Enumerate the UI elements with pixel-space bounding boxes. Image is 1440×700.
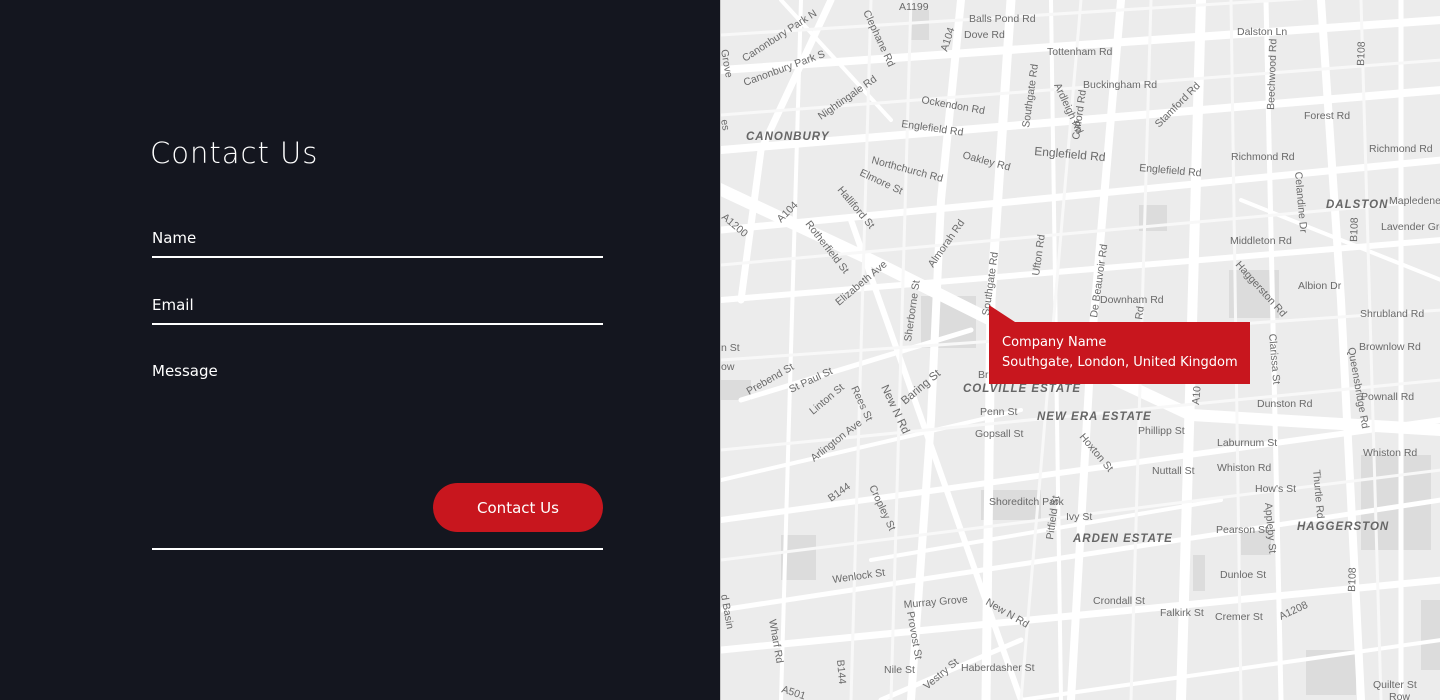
map-area-label: COLVILLE ESTATE <box>963 383 1081 395</box>
map-label: Downham Rd <box>1100 294 1164 306</box>
map-label: A10 <box>1190 385 1204 405</box>
marker-address: Southgate, London, United Kingdom <box>1002 355 1238 370</box>
map-label: Murray Grove <box>903 593 968 611</box>
map-label: Pownall Rd <box>1361 391 1414 403</box>
map-label: Row <box>1389 691 1410 700</box>
map-label: Falkirk St <box>1160 607 1204 619</box>
map-label: Richmond Rd <box>1369 143 1433 155</box>
map-label: Nile St <box>884 664 915 676</box>
map-label: Cremer St <box>1215 611 1263 623</box>
map-label: Rd <box>1133 305 1147 320</box>
page-title: Contact Us <box>150 136 319 170</box>
map-label: Buckingham Rd <box>1083 79 1157 91</box>
map-label: How's St <box>1255 483 1296 495</box>
map-label: Penn St <box>980 406 1017 418</box>
map-label: n St <box>721 342 740 354</box>
map-area-label: ARDEN ESTATE <box>1072 533 1173 545</box>
map-label: Laburnum St <box>1217 437 1277 449</box>
map-label: Albion Dr <box>1298 280 1342 292</box>
map-label: Brownlow Rd <box>1359 341 1421 353</box>
map-label: Halliford St <box>835 184 877 231</box>
map-label: ow <box>721 361 735 373</box>
map-label: Balls Pond Rd <box>969 13 1036 25</box>
map-label: Middleton Rd <box>1230 235 1292 247</box>
map-label: Celandine Dr <box>1292 171 1309 234</box>
map-label: Forest Rd <box>1304 110 1350 122</box>
map-label: B108 <box>1348 217 1361 242</box>
map-label: B108 <box>1355 41 1368 66</box>
map-label: Sherborne St <box>902 279 923 342</box>
map-label: Ivy St <box>1066 511 1092 523</box>
map-label: Haberdasher St <box>961 662 1035 674</box>
map-label: Grove <box>721 48 735 78</box>
map-area-label: CANONBURY <box>746 131 830 143</box>
map-label: Rees St <box>848 384 875 423</box>
contact-panel: Contact Us Contact Us <box>0 0 720 700</box>
map-label: Nuttall St <box>1152 465 1195 477</box>
map-label: Southgate Rd <box>1020 63 1041 128</box>
map-label: Mapledene <box>1389 195 1440 207</box>
map-label: Beechwood Rd <box>1265 38 1279 110</box>
email-input[interactable] <box>152 296 603 314</box>
map-label: A1208 <box>1277 599 1310 623</box>
map-label: Dunston Rd <box>1257 398 1313 410</box>
message-input[interactable] <box>152 362 603 462</box>
map-label: Vestry St <box>921 656 961 692</box>
map-label: Clarissa St <box>1266 333 1282 385</box>
map-label: Pearson St <box>1216 524 1268 536</box>
marker-company-name: Company Name <box>1002 335 1107 350</box>
map-label: Shrubland Rd <box>1360 308 1424 320</box>
map-label: Whiston Rd <box>1363 447 1417 459</box>
map-label: Lavender Grove <box>1381 221 1440 233</box>
contact-us-button[interactable]: Contact Us <box>433 483 603 532</box>
map-label: Br <box>978 369 989 381</box>
map-label: Linton St <box>807 381 847 417</box>
map-label: Wenlock St <box>832 567 886 586</box>
map-area-label: HAGGERSTON <box>1297 521 1389 533</box>
map-label: Englefield Rd <box>1034 144 1106 164</box>
map-label: Gopsall St <box>975 428 1024 440</box>
name-input[interactable] <box>152 229 603 247</box>
map-label: Tottenham Rd <box>1047 46 1113 58</box>
map-marker-info[interactable]: Company Name Southgate, London, United K… <box>989 322 1250 384</box>
map-marker-pointer <box>989 305 1015 322</box>
map-label: Dove Rd <box>964 29 1005 41</box>
map-label: Whiston Rd <box>1217 462 1271 474</box>
map-label: es <box>721 118 732 131</box>
name-field[interactable] <box>152 229 603 258</box>
email-field[interactable] <box>152 296 603 325</box>
map-label: A1199 <box>899 1 929 13</box>
map-label: De Beauvoir Rd <box>1088 243 1110 318</box>
map-label: Phillipp St <box>1138 425 1185 437</box>
map-label: d Basin <box>721 593 736 630</box>
map-label: Quilter St <box>1373 679 1417 691</box>
map-label: B144 <box>834 659 848 685</box>
map-label: Cropley St <box>866 483 898 533</box>
map-area-label: DALSTON <box>1326 199 1388 211</box>
map-label: B108 <box>1346 567 1359 592</box>
map-label: A501 <box>780 683 807 700</box>
map-area-label: NEW ERA ESTATE <box>1037 411 1152 423</box>
map-label: Dunloe St <box>1220 569 1266 581</box>
map-label: Thurtle Rd <box>1310 469 1326 519</box>
map-label: Richmond Rd <box>1231 151 1295 163</box>
map-label: Dalston Ln <box>1237 26 1287 38</box>
map-label: Crondall St <box>1093 595 1145 607</box>
